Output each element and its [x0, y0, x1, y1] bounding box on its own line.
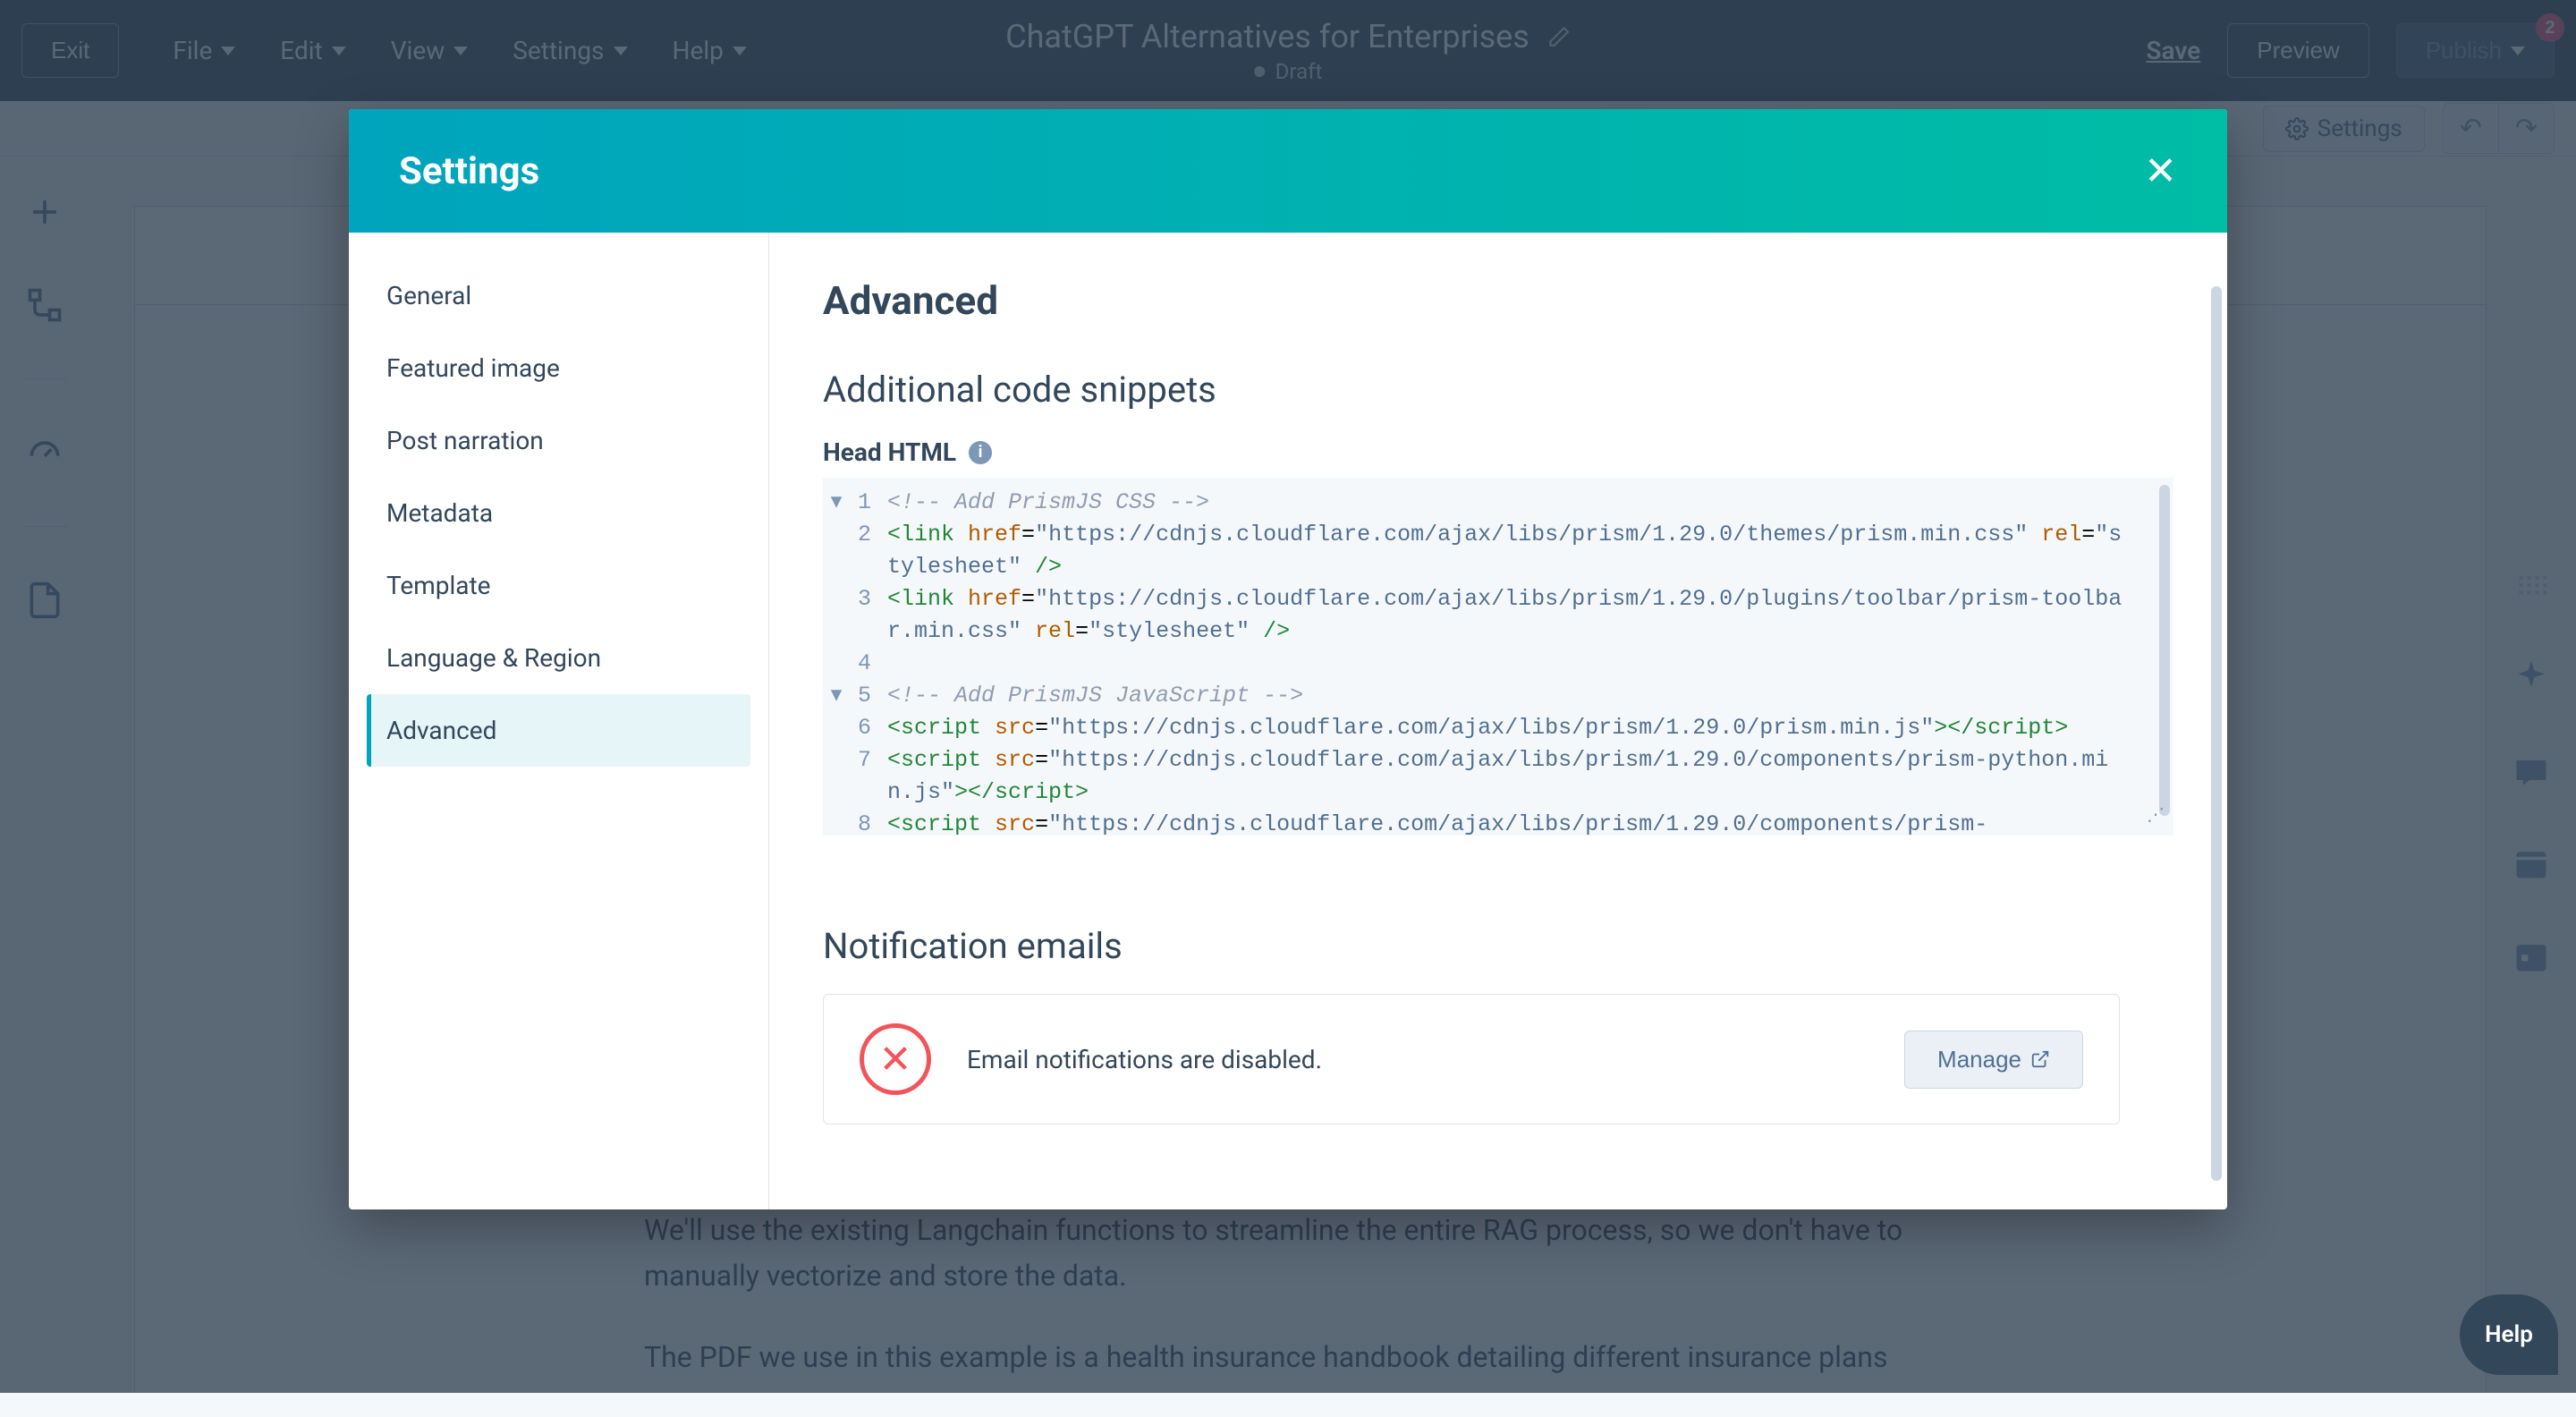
modal-title: Settings	[399, 149, 539, 193]
external-link-icon	[2030, 1049, 2050, 1069]
line-number: 2	[850, 519, 887, 551]
line-number: 5	[850, 680, 887, 712]
fold-toggle-icon[interactable]: ▾	[823, 680, 850, 712]
modal-overlay[interactable]: Settings ✕ General Featured image Post n…	[0, 0, 2576, 1393]
notifications-heading: Notification emails	[823, 925, 2174, 967]
manage-button[interactable]: Manage	[1904, 1031, 2083, 1089]
panel-heading: Advanced	[823, 277, 2174, 324]
line-number: 4	[850, 648, 887, 680]
notification-status-text: Email notifications are disabled.	[967, 1045, 1868, 1074]
code-text[interactable]: <!-- Add PrismJS JavaScript -->	[887, 680, 2174, 712]
nav-general[interactable]: General	[367, 259, 750, 332]
code-line[interactable]: 7<script src="https://cdnjs.cloudflare.c…	[823, 744, 2174, 809]
code-text[interactable]: <script src="https://cdnjs.cloudflare.co…	[887, 712, 2174, 744]
settings-nav: General Featured image Post narration Me…	[349, 233, 769, 1209]
nav-language-region[interactable]: Language & Region	[367, 622, 750, 694]
head-html-label: Head HTML	[823, 437, 956, 467]
code-line[interactable]: 6<script src="https://cdnjs.cloudflare.c…	[823, 712, 2174, 744]
code-text[interactable]: <link href="https://cdnjs.cloudflare.com…	[887, 583, 2174, 648]
notification-status-box: ✕ Email notifications are disabled. Mana…	[823, 994, 2120, 1124]
snippets-heading: Additional code snippets	[823, 369, 2174, 411]
code-editor[interactable]: ▾1<!-- Add PrismJS CSS -->2<link href="h…	[823, 478, 2174, 836]
code-line[interactable]: ▾1<!-- Add PrismJS CSS -->	[823, 487, 2174, 519]
code-text[interactable]: <script src="https://cdnjs.cloudflare.co…	[887, 744, 2174, 809]
scrollbar[interactable]	[2211, 286, 2222, 1181]
code-line[interactable]: 3<link href="https://cdnjs.cloudflare.co…	[823, 583, 2174, 648]
close-icon[interactable]: ✕	[2144, 148, 2177, 194]
line-number: 7	[850, 744, 887, 776]
nav-advanced[interactable]: Advanced	[367, 694, 750, 767]
line-number: 8	[850, 809, 887, 836]
nav-metadata[interactable]: Metadata	[367, 477, 750, 549]
code-text[interactable]: <script src="https://cdnjs.cloudflare.co…	[887, 809, 2174, 836]
code-line[interactable]: 4	[823, 648, 2174, 680]
help-bubble[interactable]: Help	[2460, 1294, 2558, 1375]
x-circle-icon: ✕	[860, 1023, 931, 1095]
nav-post-narration[interactable]: Post narration	[367, 404, 750, 477]
code-line[interactable]: 2<link href="https://cdnjs.cloudflare.co…	[823, 519, 2174, 583]
code-line[interactable]: 8<script src="https://cdnjs.cloudflare.c…	[823, 809, 2174, 836]
modal-header: Settings ✕	[349, 109, 2227, 233]
resize-handle-icon[interactable]: ⋰	[2147, 804, 2165, 830]
line-number: 3	[850, 583, 887, 615]
line-number: 6	[850, 712, 887, 744]
fold-toggle-icon[interactable]: ▾	[823, 487, 850, 519]
nav-template[interactable]: Template	[367, 549, 750, 622]
line-number: 1	[850, 487, 887, 519]
settings-panel: Advanced Additional code snippets Head H…	[769, 233, 2227, 1209]
settings-modal: Settings ✕ General Featured image Post n…	[349, 109, 2227, 1209]
code-text[interactable]: <!-- Add PrismJS CSS -->	[887, 487, 2174, 519]
code-line[interactable]: ▾5<!-- Add PrismJS JavaScript -->	[823, 680, 2174, 712]
code-text[interactable]: <link href="https://cdnjs.cloudflare.com…	[887, 519, 2174, 583]
nav-featured-image[interactable]: Featured image	[367, 332, 750, 404]
info-icon[interactable]: i	[969, 441, 992, 464]
scrollbar[interactable]	[2159, 485, 2170, 816]
